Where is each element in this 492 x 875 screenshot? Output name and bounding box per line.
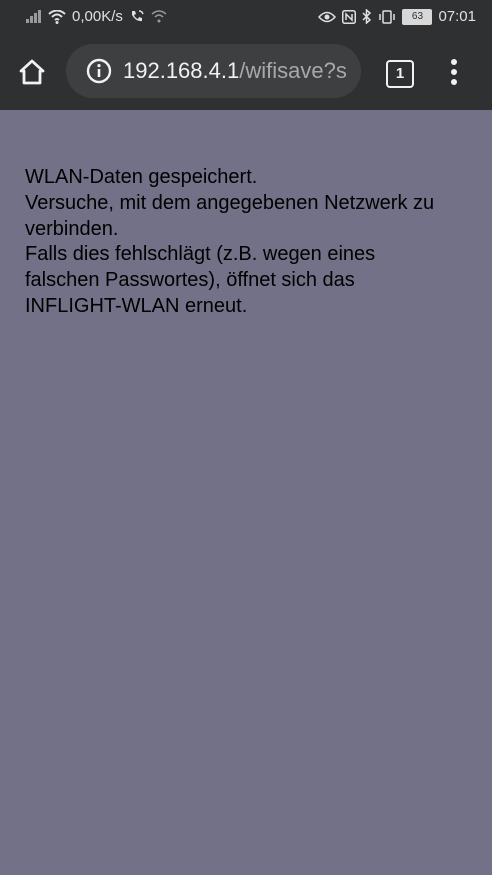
overflow-menu-button[interactable] — [442, 57, 466, 87]
browser-toolbar: 192.168.4.1/wifisave?s 1 — [0, 34, 492, 110]
page-content: WLAN-Daten gespeichert. Versuche, mit de… — [25, 165, 455, 320]
home-icon — [19, 59, 45, 85]
nfc-icon — [342, 9, 357, 24]
battery-indicator: 63 — [402, 8, 433, 25]
status-bar: 0,00K/s 63 07:01 — [0, 0, 492, 34]
more-vert-icon — [451, 59, 457, 85]
status-right: 63 07:01 — [318, 8, 476, 25]
connecting-message: Versuche, mit dem angegebenen Netzwerk z… — [25, 191, 435, 240]
status-left: 0,00K/s — [26, 8, 167, 25]
phone-screen: 0,00K/s 63 07:01 192.168.4.1/wifisave?s … — [0, 0, 492, 875]
home-button[interactable] — [16, 56, 48, 88]
wifi-hotspot-icon — [151, 9, 167, 24]
url-text[interactable]: 192.168.4.1/wifisave?s — [123, 58, 347, 84]
wifi-icon — [48, 9, 66, 24]
url-path: /wifisave?s — [239, 58, 347, 83]
fallback-message: Falls dies fehlschlägt (z.B. wegen eines… — [25, 243, 376, 317]
network-speed: 0,00K/s — [72, 8, 123, 25]
url-host: 192.168.4.1 — [123, 58, 240, 83]
info-icon[interactable] — [86, 58, 112, 84]
bluetooth-icon — [362, 9, 372, 24]
eye-comfort-icon — [318, 11, 337, 23]
tab-switcher-button[interactable]: 1 — [386, 60, 414, 88]
saved-message: WLAN-Daten gespeichert. — [25, 166, 258, 188]
signal-icon — [26, 10, 42, 23]
wifi-call-icon — [129, 9, 145, 25]
clock: 07:01 — [438, 8, 476, 25]
vibrate-icon — [378, 9, 396, 24]
address-bar[interactable]: 192.168.4.1/wifisave?s — [66, 44, 361, 98]
